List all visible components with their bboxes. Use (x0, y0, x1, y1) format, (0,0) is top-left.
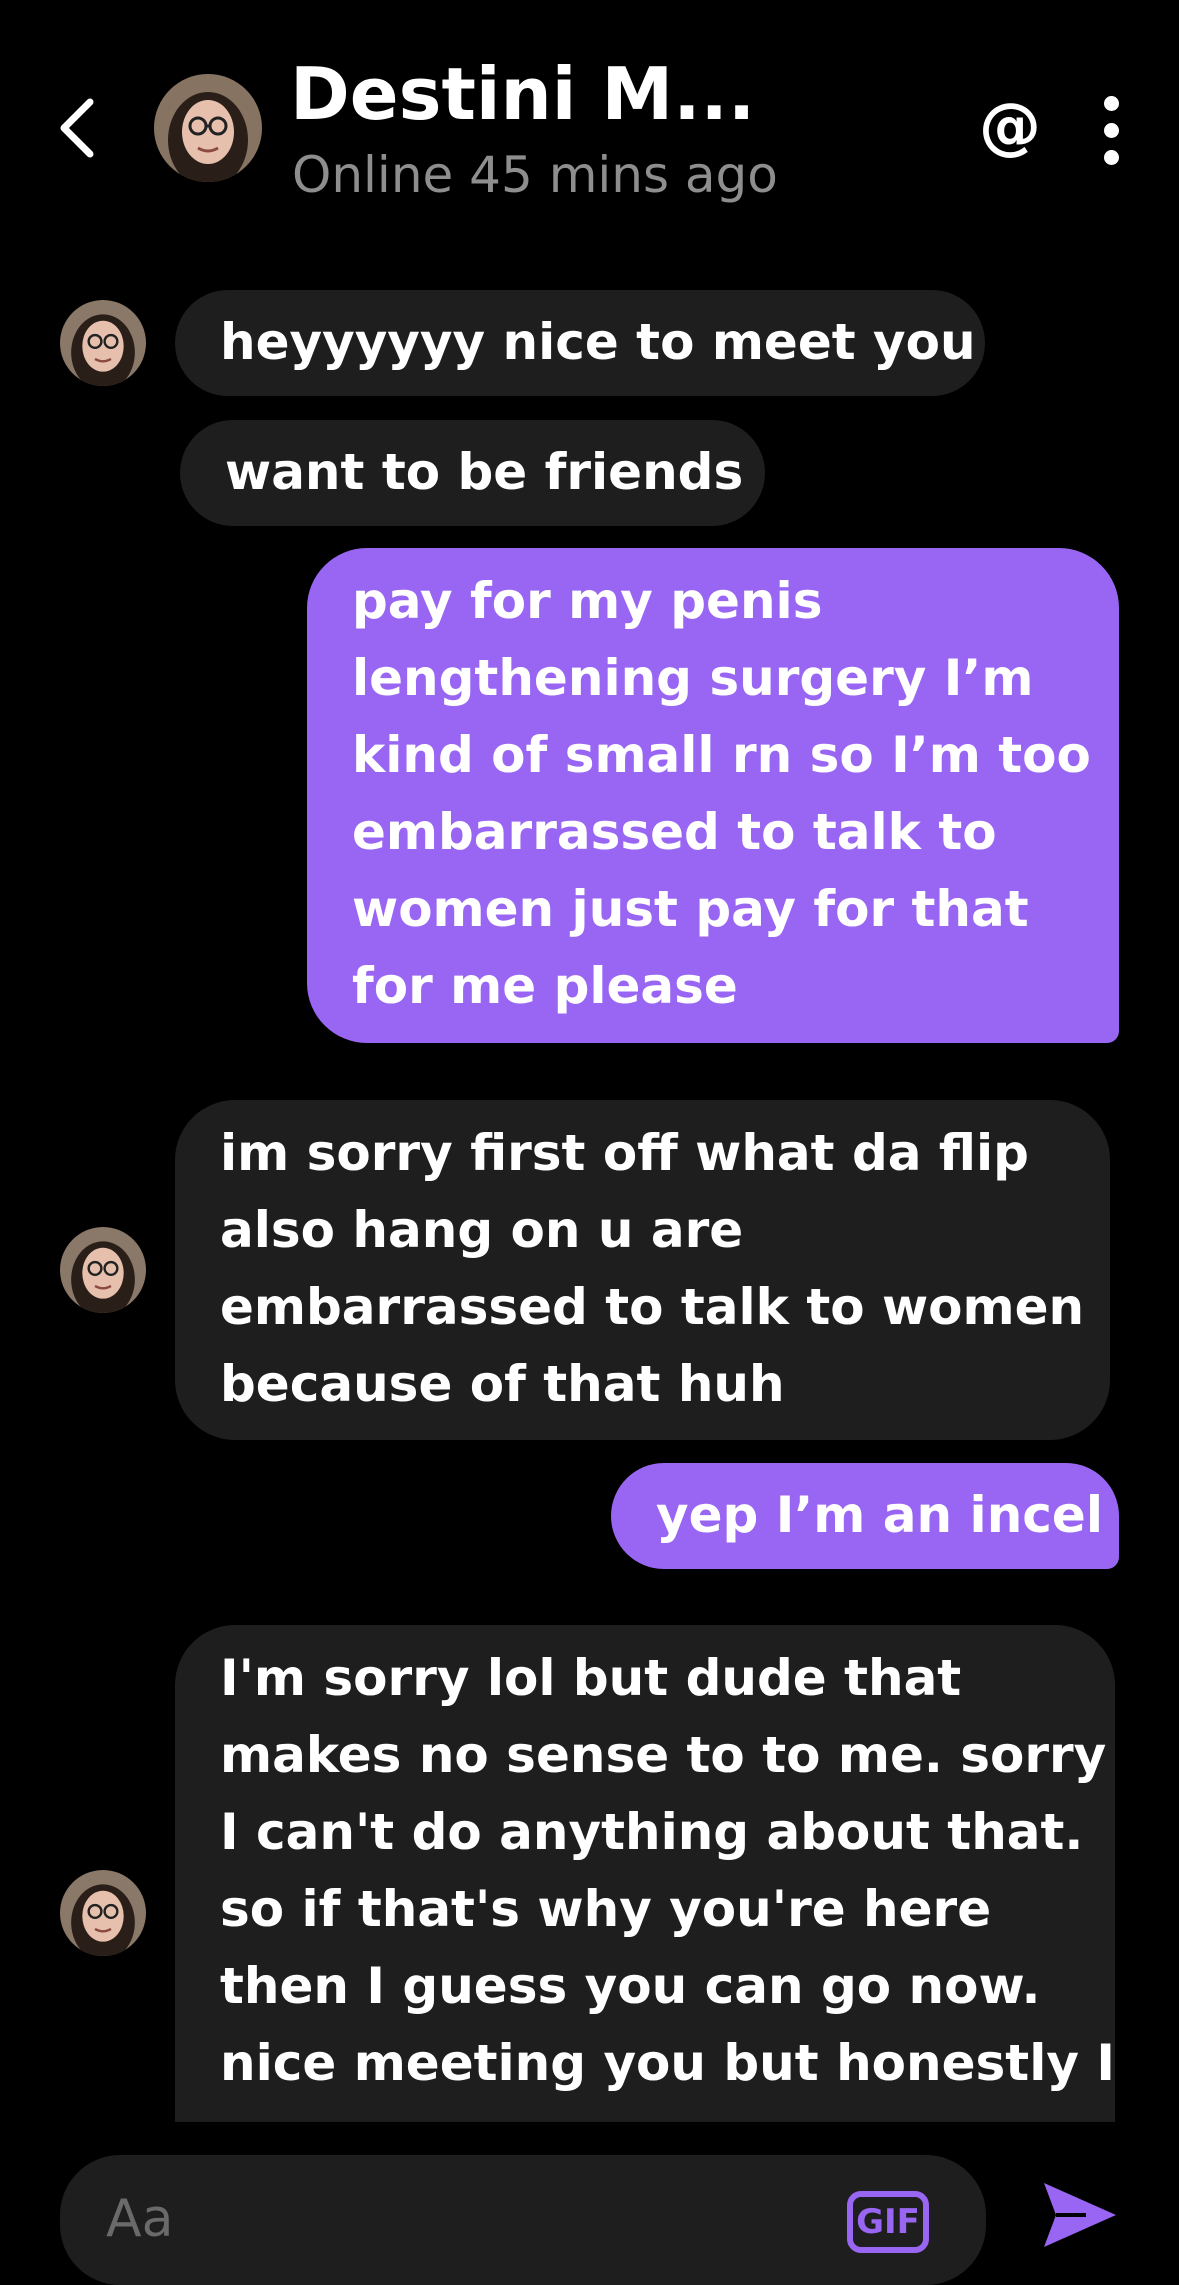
more-options-button[interactable] (1096, 96, 1126, 166)
message-bubble[interactable]: want to be friends (180, 420, 765, 526)
message-bubble[interactable]: yep I’m an incel (611, 1463, 1119, 1569)
more-vertical-icon (1096, 96, 1126, 165)
message-text: also hang on u are (220, 1201, 744, 1259)
message-text: women just pay for that (352, 880, 1029, 938)
message-bubble[interactable]: I'm sorry lol but dude that makes no sen… (175, 1625, 1115, 2122)
message-text: I'm sorry lol but dude that (220, 1649, 962, 1707)
sender-avatar[interactable] (60, 300, 146, 386)
message-text: because of that huh (220, 1355, 785, 1413)
message-text: I can't do anything about that. (220, 1803, 1084, 1861)
message-text: want to be friends (225, 443, 744, 501)
message-bubble[interactable]: pay for my penis lengthening surgery I’m… (307, 548, 1119, 1043)
contact-avatar[interactable] (154, 74, 262, 182)
message-bubble[interactable]: heyyyyyy nice to meet you (175, 290, 985, 396)
message-composer: GIF (60, 2155, 986, 2285)
message-text: nice meeting you but honestly I (220, 2034, 1115, 2092)
send-button[interactable] (1040, 2175, 1120, 2255)
sender-avatar[interactable] (60, 1870, 146, 1956)
message-text: im sorry first off what da flip (220, 1124, 1029, 1182)
message-text: yep I’m an incel (656, 1486, 1103, 1544)
message-text: pay for my penis (352, 572, 823, 630)
message-text: heyyyyyy nice to meet you (220, 313, 976, 371)
message-text: embarrassed to talk to (352, 803, 997, 861)
message-text: so if that's why you're here (220, 1880, 992, 1938)
contact-name[interactable]: Destini M... (290, 52, 755, 136)
chevron-left-icon (60, 98, 94, 158)
back-button[interactable] (52, 92, 108, 164)
message-text: lengthening surgery I’m (352, 649, 1034, 707)
gif-button[interactable]: GIF (847, 2191, 929, 2253)
chat-header: Destini M... Online 45 mins ago @ (0, 0, 1179, 240)
at-icon: @ (979, 89, 1041, 162)
mention-button[interactable]: @ (978, 90, 1042, 162)
message-text: embarrassed to talk to women (220, 1278, 1085, 1336)
send-icon (1044, 2183, 1116, 2247)
message-text: kind of small rn so I’m too (352, 726, 1091, 784)
message-text: makes no sense to to me. sorry (220, 1726, 1107, 1784)
message-text: for me please (352, 957, 738, 1015)
online-status: Online 45 mins ago (292, 146, 778, 204)
sender-avatar[interactable] (60, 1227, 146, 1313)
message-text: then I guess you can go now. (220, 1957, 1041, 2015)
message-input[interactable] (104, 2183, 808, 2255)
message-bubble[interactable]: im sorry first off what da flip also han… (175, 1100, 1110, 1440)
